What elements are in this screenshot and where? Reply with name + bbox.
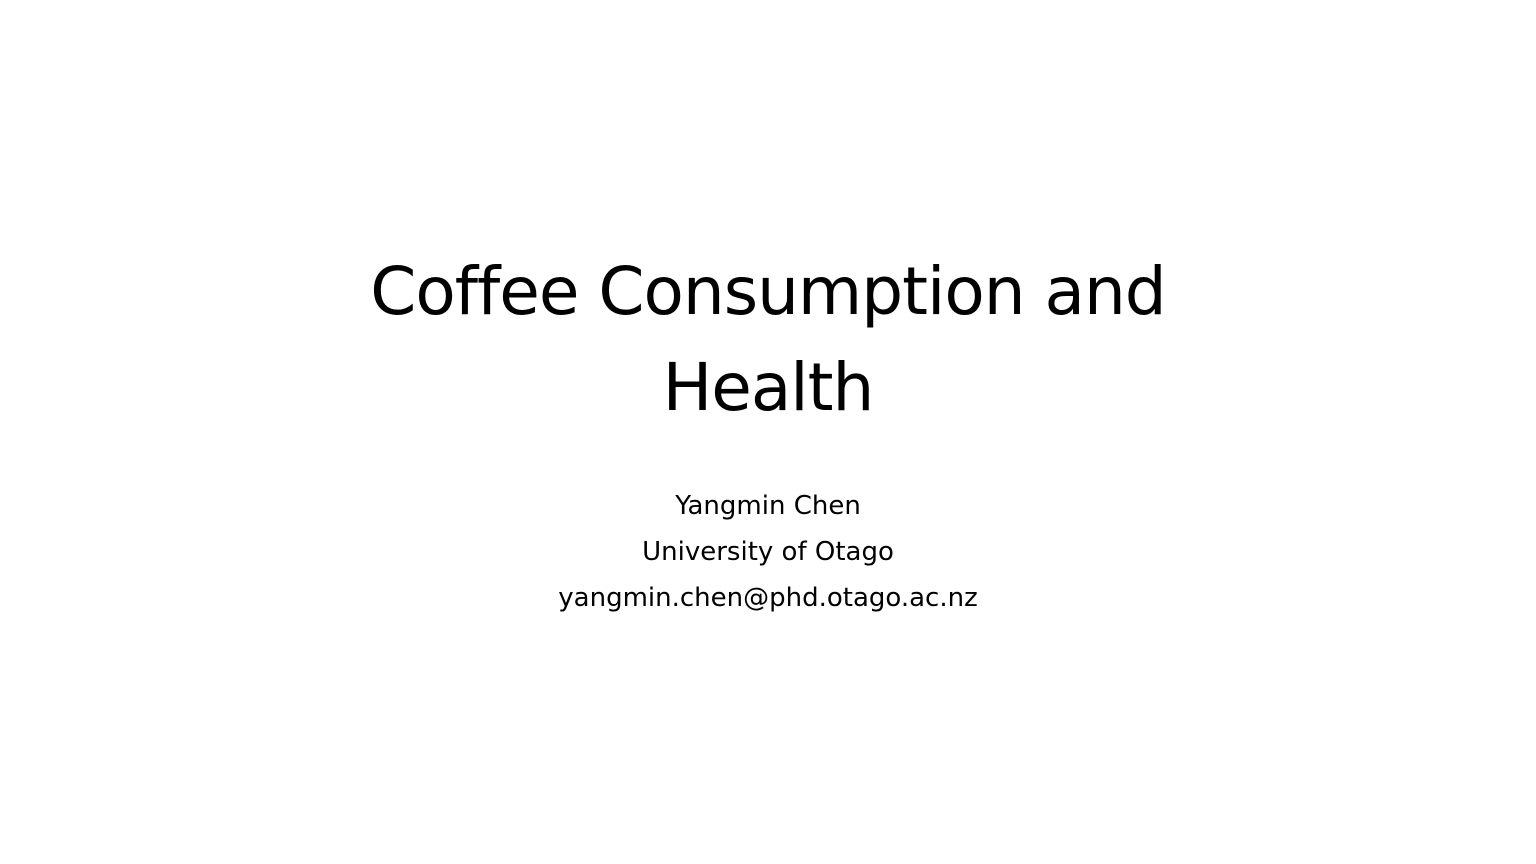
slide-title-line-1: Coffee Consumption and <box>370 253 1166 330</box>
author-name: Yangmin Chen <box>675 491 861 521</box>
slide-subtitle: Yangmin Chen University of Otago yangmin… <box>368 483 1168 621</box>
slide-title: Coffee Consumption and Health <box>268 244 1268 436</box>
slide-title-line-2: Health <box>662 349 875 426</box>
author-affiliation: University of Otago <box>642 537 894 567</box>
author-email: yangmin.chen@phd.otago.ac.nz <box>558 583 978 613</box>
title-slide: Coffee Consumption and Health Yangmin Ch… <box>0 0 1536 864</box>
